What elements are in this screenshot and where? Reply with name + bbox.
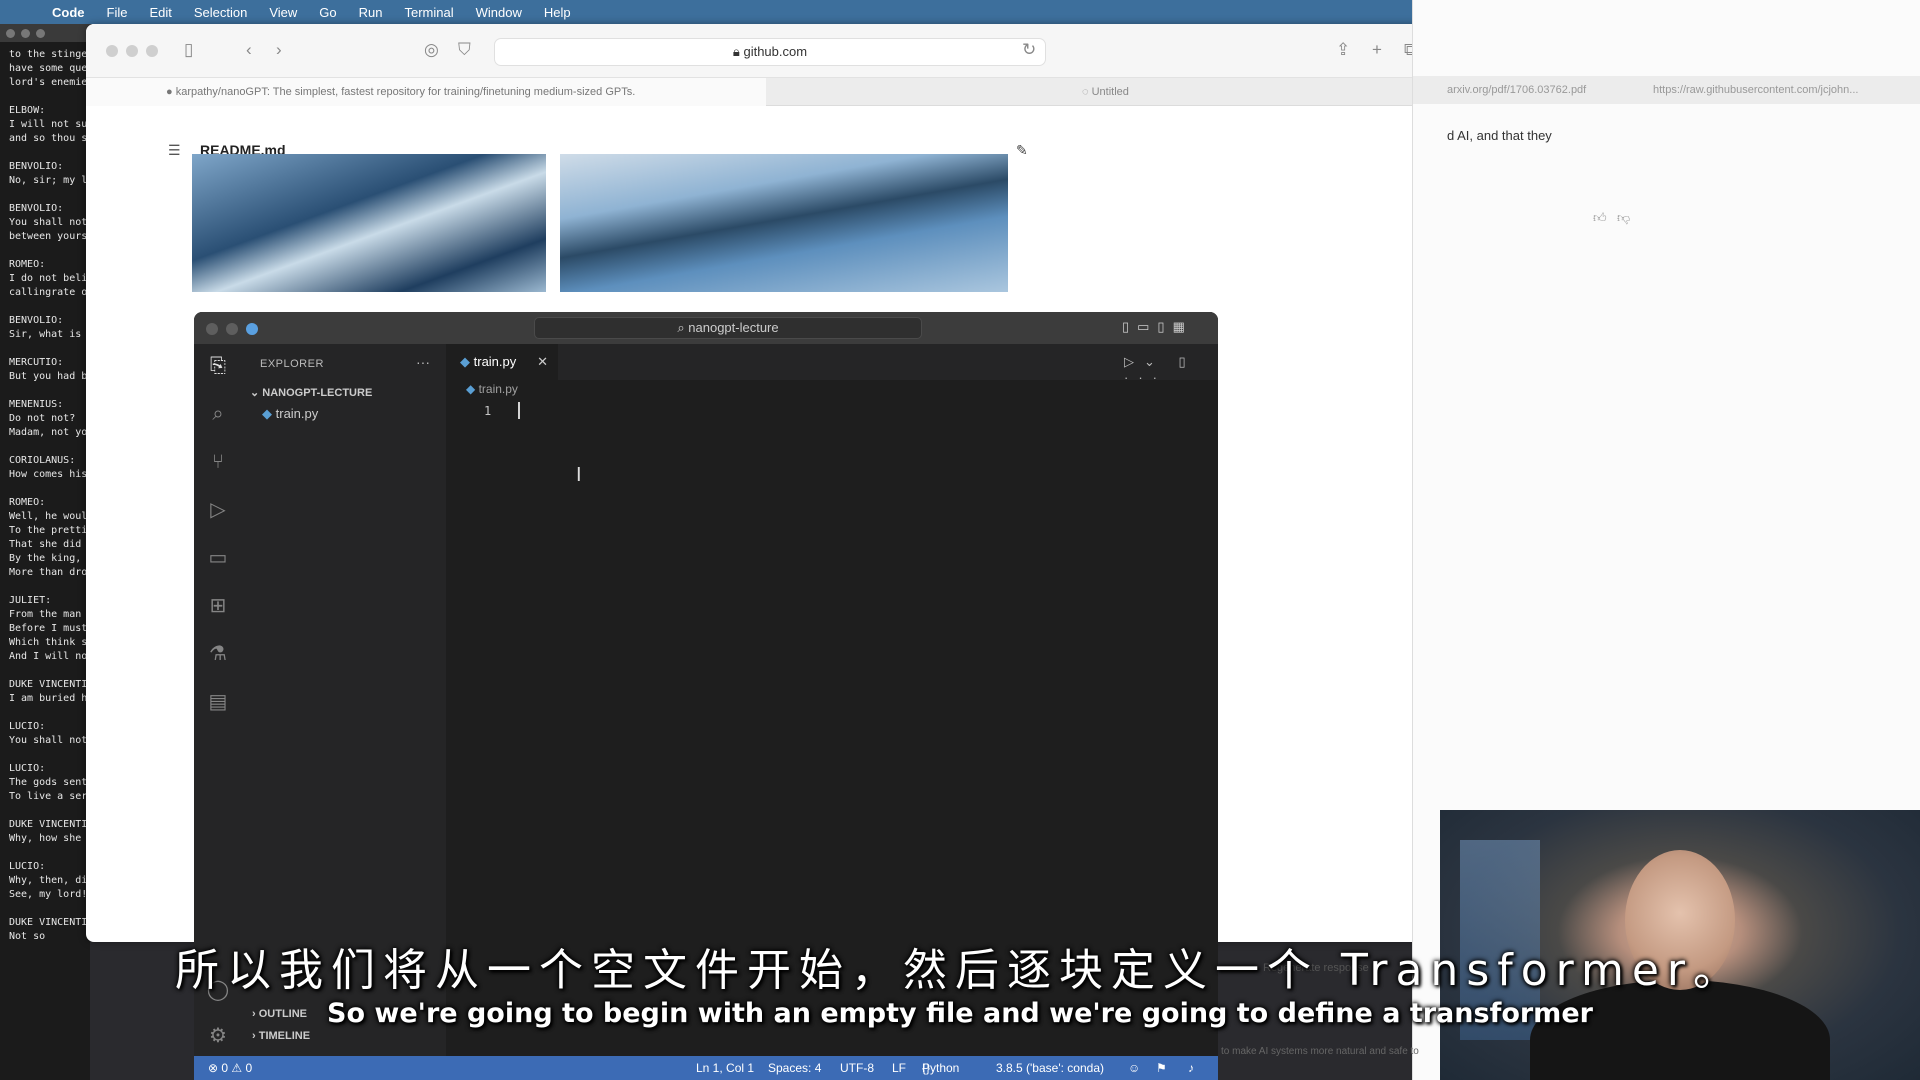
breadcrumb[interactable]: ◆ train.py — [446, 382, 518, 396]
run-debug-icon[interactable]: ▷ — [206, 498, 230, 522]
minimize-icon[interactable] — [126, 45, 138, 57]
edit-icon[interactable]: ✎ — [1016, 142, 1028, 159]
terminal-titlebar — [0, 24, 90, 42]
list-icon[interactable]: ☰ — [168, 142, 181, 159]
cursor-position[interactable]: Ln 1, Col 1 — [696, 1056, 754, 1080]
feedback-icon[interactable]: ⚑ — [1156, 1056, 1167, 1080]
right-tab-bar: arxiv.org/pdf/1706.03762.pdf https://raw… — [1413, 76, 1920, 104]
safari-toolbar: ▯ ‹ › ◎ ⛉ 🔒︎ github.com ↻ ⇪ + ⧉ — [86, 24, 1448, 78]
end-of-line[interactable]: LF — [892, 1056, 906, 1080]
layout-icons[interactable]: ▯▭▯▦ — [1122, 319, 1193, 335]
file-train-py[interactable]: ◆ train.py — [262, 406, 318, 422]
github-icon: ● — [166, 86, 173, 98]
notebook-icon[interactable]: ▤ — [206, 690, 230, 714]
timeline-section[interactable]: › TIMELINE — [252, 1030, 310, 1042]
vscode-titlebar: ⌕ nanogpt-lecture ▯▭▯▦ — [194, 312, 1218, 344]
sidebar-icon[interactable]: ▯ — [184, 40, 193, 60]
address-bar[interactable]: 🔒︎ github.com — [494, 38, 1046, 66]
subtitle-chinese: 所以我们将从一个空文件开始，然后逐块定义一个 Transformer。 — [174, 945, 1745, 996]
tab-train-py[interactable]: ◆ train.py ✕ — [446, 344, 558, 380]
run-file-icon[interactable]: ▷⌄ ▯ ··· — [1124, 354, 1218, 385]
shield-icon[interactable]: ⛉ — [458, 40, 471, 60]
project-folder[interactable]: ⌄ NANOGPT-LECTURE — [250, 386, 372, 399]
encoding[interactable]: UTF-8 — [840, 1056, 874, 1080]
readme-image-right — [560, 154, 1008, 292]
menu-selection[interactable]: Selection — [183, 5, 258, 20]
explorer-icon[interactable]: ⎘ — [206, 354, 230, 378]
tab-icon: ◌ — [1082, 86, 1089, 98]
menu-file[interactable]: File — [96, 5, 139, 20]
privacy-icon[interactable]: ◎ — [424, 40, 439, 60]
zoom-icon[interactable] — [146, 45, 158, 57]
thumbs-down-icon[interactable]: 👎︎ — [1617, 210, 1630, 226]
menu-view[interactable]: View — [258, 5, 308, 20]
more-actions-icon[interactable]: ··· — [416, 354, 430, 370]
editor-tab-bar: ◆ train.py ✕ — [446, 344, 1218, 380]
tab-nanogpt[interactable]: ● karpathy/nanoGPT: The simplest, fastes… — [86, 78, 766, 106]
close-icon[interactable] — [106, 45, 118, 57]
copilot-icon[interactable]: ☺ — [1128, 1056, 1140, 1080]
menu-edit[interactable]: Edit — [138, 5, 182, 20]
command-center[interactable]: ⌕ nanogpt-lecture — [534, 317, 922, 339]
zoom-icon[interactable] — [246, 323, 258, 335]
menu-app[interactable]: Code — [50, 5, 96, 20]
readme-image-left — [192, 154, 546, 292]
search-icon: ⌕ — [677, 320, 685, 335]
close-icon[interactable] — [206, 323, 218, 335]
lock-icon: 🔒︎ — [732, 44, 740, 59]
bell-icon[interactable]: ♪ — [1188, 1056, 1194, 1080]
terminal-output: to the stinge have some que lord's enemi… — [9, 49, 90, 942]
menu-help[interactable]: Help — [533, 5, 582, 20]
python-file-icon: ◆ — [460, 354, 470, 369]
minimize-icon[interactable] — [226, 323, 238, 335]
close-tab-icon[interactable]: ✕ — [537, 344, 548, 380]
menu-terminal[interactable]: Terminal — [394, 5, 465, 20]
explorer-title: EXPLORER — [260, 358, 324, 370]
problems-indicator[interactable]: ⊗ 0 ⚠ 0 — [208, 1056, 252, 1080]
url-text: github.com — [743, 44, 808, 59]
share-icon[interactable]: ⇪ — [1336, 40, 1350, 60]
new-tab-icon[interactable]: + — [1372, 40, 1382, 60]
menu-go[interactable]: Go — [308, 5, 347, 20]
tab-untitled[interactable]: ◌ Untitled — [766, 78, 1446, 106]
terminal-window[interactable]: to the stinge have some que lord's enemi… — [0, 24, 90, 1080]
python-interpreter[interactable]: 3.8.5 ('base': conda) — [996, 1056, 1104, 1080]
status-bar: ⊗ 0 ⚠ 0 Ln 1, Col 1 Spaces: 4 UTF-8 LF {… — [194, 1056, 1218, 1080]
extensions-icon[interactable]: ⊞ — [206, 594, 230, 618]
disclaimer-text: to make AI systems more natural and safe… — [1221, 1046, 1419, 1057]
menu-bar: Code File Edit Selection View Go Run Ter… — [0, 0, 1412, 24]
remote-explorer-icon[interactable]: ▭ — [206, 546, 230, 570]
source-control-icon[interactable]: ⑂ — [206, 450, 230, 474]
python-file-icon: ◆ — [262, 406, 272, 421]
subtitle-english: So we're going to begin with an empty fi… — [327, 998, 1593, 1029]
tab-raw-github[interactable]: https://raw.githubusercontent.com/jcjohn… — [1653, 84, 1913, 96]
python-file-icon: ◆ — [466, 382, 476, 396]
menu-window[interactable]: Window — [465, 5, 533, 20]
thumbs-up-icon[interactable]: 👍︎ — [1593, 210, 1607, 226]
testing-icon[interactable]: ⚗ — [206, 642, 230, 666]
search-icon[interactable]: ⌕ — [206, 402, 230, 426]
indentation[interactable]: Spaces: 4 — [768, 1056, 821, 1080]
reload-icon[interactable]: ↻ — [1022, 40, 1036, 60]
menu-run[interactable]: Run — [348, 5, 394, 20]
safari-tab-bar: ● karpathy/nanoGPT: The simplest, fastes… — [86, 78, 1448, 106]
chat-text: d AI, and that they — [1447, 128, 1552, 143]
back-icon[interactable]: ‹ — [246, 40, 252, 60]
tab-arxiv[interactable]: arxiv.org/pdf/1706.03762.pdf — [1447, 84, 1586, 96]
forward-icon[interactable]: › — [276, 40, 282, 60]
